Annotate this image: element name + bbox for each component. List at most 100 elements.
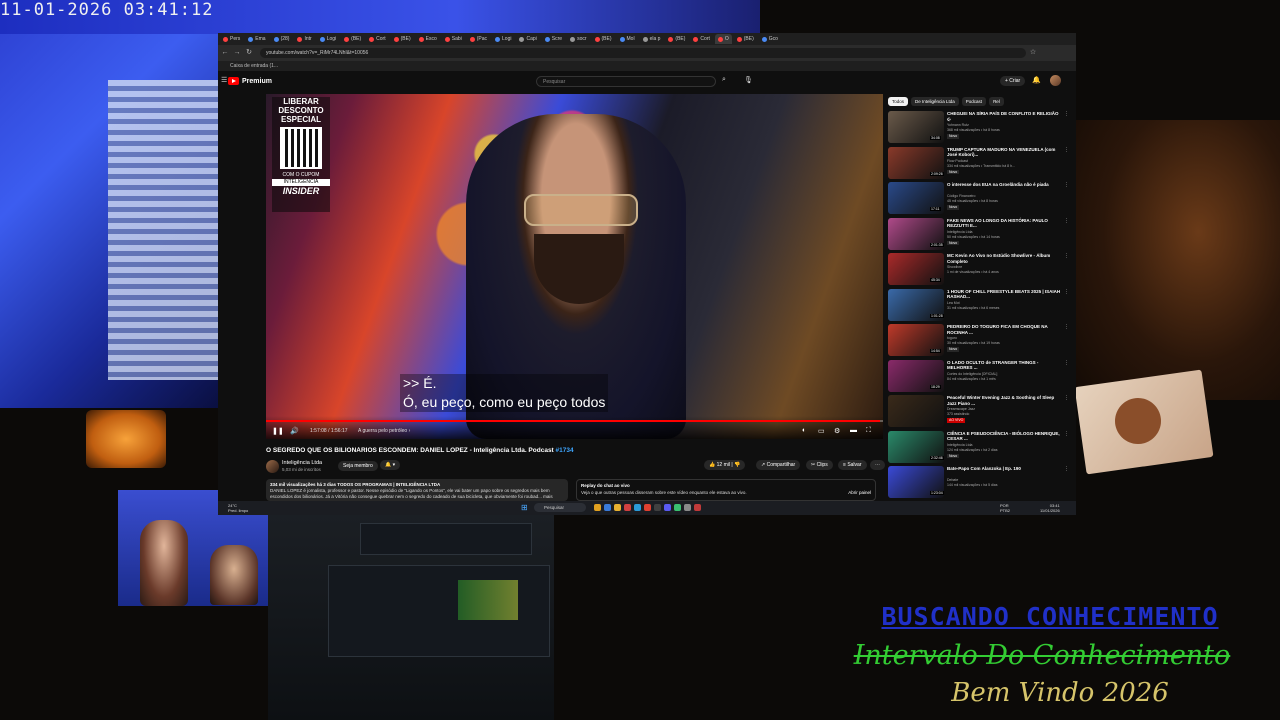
recommendation-item[interactable]: 14:54 PEDREIRO DO TOGURO FICA EM CHOQUE N…	[888, 324, 1069, 357]
recommendation-channel[interactable]: Lea Mot	[947, 301, 1062, 306]
recommendation-item[interactable]: 18:29 O LADO OCULTO de STRANGER THINGS - …	[888, 359, 1069, 393]
tab-6[interactable]: Cort	[366, 34, 388, 44]
file-explorer-icon[interactable]	[594, 504, 601, 511]
recommendation-title[interactable]: Peaceful Winter Evening Jazz & Soothing …	[947, 395, 1062, 406]
more-options-icon[interactable]: ⋮	[1064, 431, 1069, 437]
volume-icon[interactable]: 🔊	[290, 427, 299, 435]
recommendation-item[interactable]: 2:09:26 TRUMP CAPTURA MADURO NA VENEZUELA…	[888, 146, 1069, 180]
url-input[interactable]: youtube.com/watch?v=_RiMr74LNhI&t=10056	[260, 48, 1026, 58]
tab-5[interactable]: (BE)	[341, 34, 364, 44]
tab-4[interactable]: Logi	[317, 34, 339, 44]
subscribed-bell-button[interactable]: 🔔 ▾	[380, 460, 401, 470]
fullscreen-icon[interactable]: ⛶	[866, 427, 871, 435]
more-options-icon[interactable]: ⋮	[1064, 466, 1069, 472]
tab-14[interactable]: socr	[567, 34, 589, 44]
recommendation-channel[interactable]: Código Financeiro	[947, 194, 1062, 199]
recommendation-channel[interactable]: Inteligência Ltda	[947, 443, 1062, 448]
tab-10[interactable]: (Pac	[467, 34, 490, 44]
taskbar-search[interactable]: Pesquisar	[534, 503, 586, 512]
folder-icon[interactable]	[614, 504, 621, 511]
recommendation-title[interactable]: O LADO OCULTO de STRANGER THINGS - MELHO…	[947, 360, 1062, 371]
menu-icon[interactable]: ☰	[221, 76, 227, 84]
recommendation-item[interactable]: 45:34 MC Kevin Ao Vivo no Estúdio Showliv…	[888, 253, 1069, 286]
edge-icon[interactable]	[634, 504, 641, 511]
recommendation-title[interactable]: PEDREIRO DO TOGURO FICA EM CHOQUE NA ROC…	[947, 324, 1062, 335]
channel-name[interactable]: Inteligência Ltda	[282, 460, 322, 466]
more-options-icon[interactable]: ⋮	[1064, 395, 1069, 401]
recommendation-item[interactable]: 17:11 O interesse dos EUA na Groelândia n…	[888, 182, 1069, 215]
tab-2[interactable]: (28)	[271, 34, 293, 44]
recommendation-channel[interactable]: toguro	[947, 336, 1062, 341]
tab-8[interactable]: Esco	[416, 34, 440, 44]
bookmark-inbox[interactable]: Caixa de entrada (1...	[230, 63, 278, 69]
tab-9[interactable]: Sabi	[442, 34, 465, 44]
channel-avatar[interactable]	[266, 460, 279, 473]
taskview-icon[interactable]	[604, 504, 611, 511]
save-button[interactable]: ≡ Salvar	[838, 460, 867, 470]
captions-icon[interactable]: ▭	[818, 427, 825, 435]
recommendation-channel[interactable]: Cortes do Inteligência [OFICIAL]	[947, 372, 1062, 377]
share-button[interactable]: ↗ Compartilhar	[756, 460, 801, 470]
theater-icon[interactable]: ▬	[850, 427, 857, 434]
recommendation-title[interactable]: CHEGUEI NA SÍRIA PAÍS DE CONFLITO E RELI…	[947, 111, 1062, 122]
tab-12[interactable]: Capi	[516, 34, 539, 44]
mic-icon[interactable]: 🎙	[744, 76, 753, 84]
forward-icon[interactable]: →	[232, 48, 242, 58]
recommendation-title[interactable]: CIÊNCIA E PSEUDOCIÊNCIA - BIÓLOGO HENRIQ…	[947, 431, 1062, 442]
recommendation-title[interactable]: FAKE NEWS AO LONGO DA HISTÓRIA: PAULO RE…	[947, 218, 1062, 229]
chip-2[interactable]: Podcast	[961, 97, 987, 106]
recommendation-title[interactable]: Bate-Papo Com Alanzoka | Ep. 190	[947, 466, 1062, 472]
recommendation-item[interactable]: Peaceful Winter Evening Jazz & Soothing …	[888, 395, 1069, 428]
back-icon[interactable]: ←	[220, 48, 230, 58]
open-chat-button[interactable]: Abrir painel	[848, 489, 871, 496]
recommendation-item[interactable]: 34:08 CHEGUEI NA SÍRIA PAÍS DE CONFLITO E…	[888, 111, 1069, 144]
weather-widget[interactable]: 24°C Pred. limpo	[228, 503, 248, 513]
more-options-icon[interactable]: ⋮	[1064, 324, 1069, 330]
description-box[interactable]: 334 mil visualizações há 3 dias TODOS OS…	[266, 479, 568, 501]
join-button[interactable]: Seja membro	[338, 461, 378, 471]
tab-16[interactable]: Mol	[617, 34, 638, 44]
recommendation-title[interactable]: MC Kevin Ao Vivo no Estúdio Showlivre - …	[947, 253, 1062, 264]
tab-22[interactable]: Gco	[759, 34, 781, 44]
spotify-icon[interactable]	[674, 504, 681, 511]
tab-18[interactable]: (BE)	[665, 34, 688, 44]
recommendation-thumbnail[interactable]	[888, 395, 944, 427]
chrome-icon[interactable]	[644, 504, 651, 511]
more-options-icon[interactable]: ⋮	[1064, 289, 1069, 295]
tab-1[interactable]: Ema	[245, 34, 268, 44]
avatar[interactable]	[1050, 75, 1061, 86]
search-input[interactable]: Pesquisar	[536, 76, 716, 87]
recommendation-item[interactable]: 2:32:46 CIÊNCIA E PSEUDOCIÊNCIA - BIÓLOGO…	[888, 430, 1069, 464]
tab-7[interactable]: (BE)	[391, 34, 414, 44]
autoplay-toggle-icon[interactable]: ◐	[802, 427, 806, 434]
recommendation-item[interactable]: 1:01:28 1 HOUR OF CHILL FREESTYLE BEATS 2…	[888, 288, 1069, 322]
tab-13[interactable]: Scre	[542, 34, 565, 44]
chapter-label[interactable]: A guerra pelo petróleo ›	[358, 428, 410, 434]
like-button[interactable]: 👍 12 mil | 👎	[704, 460, 746, 470]
tab-20[interactable]: O	[714, 34, 732, 44]
chip-3[interactable]: Rel	[989, 97, 1004, 106]
more-options-icon[interactable]: ⋮	[1064, 111, 1069, 117]
recommendation-channel[interactable]: Debate	[947, 478, 1062, 483]
chip-1[interactable]: De Inteligência Ltda	[911, 97, 959, 106]
reload-icon[interactable]: ↻	[244, 48, 254, 58]
pause-icon[interactable]: ❚❚	[272, 427, 284, 435]
recommendation-channel[interactable]: Flow Podcast	[947, 159, 1062, 164]
create-button[interactable]: + Criar	[1000, 76, 1026, 86]
video-title-tag[interactable]: #1734	[556, 447, 574, 454]
more-options-icon[interactable]: ⋮	[1064, 182, 1069, 188]
more-actions-icon[interactable]: ⋯	[870, 460, 885, 470]
recommendation-channel[interactable]: Dreamscape Jazz	[947, 407, 1062, 412]
youtube-logo[interactable]: Premium	[228, 77, 272, 85]
more-options-icon[interactable]: ⋮	[1064, 147, 1069, 153]
tab-0[interactable]: Pers	[220, 34, 243, 44]
recommendation-title[interactable]: O interesse dos EUA na Groelândia não é …	[947, 182, 1062, 188]
recommendation-title[interactable]: 1 HOUR OF CHILL FREESTYLE BEATS 2025 | I…	[947, 289, 1062, 300]
tab-11[interactable]: Logi	[492, 34, 514, 44]
media-app-icon[interactable]	[694, 504, 701, 511]
video-player[interactable]: LIBERAR DESCONTO ESPECIAL COM O CUPOM IN…	[266, 94, 883, 439]
language-indicator[interactable]: POR PTB2	[1000, 503, 1010, 513]
search-icon[interactable]: ⌕	[722, 76, 726, 84]
windows-start-icon[interactable]: ⊞	[521, 503, 528, 512]
recommendation-title[interactable]: TRUMP CAPTURA MADURO NA VENEZUELA (com J…	[947, 147, 1062, 158]
